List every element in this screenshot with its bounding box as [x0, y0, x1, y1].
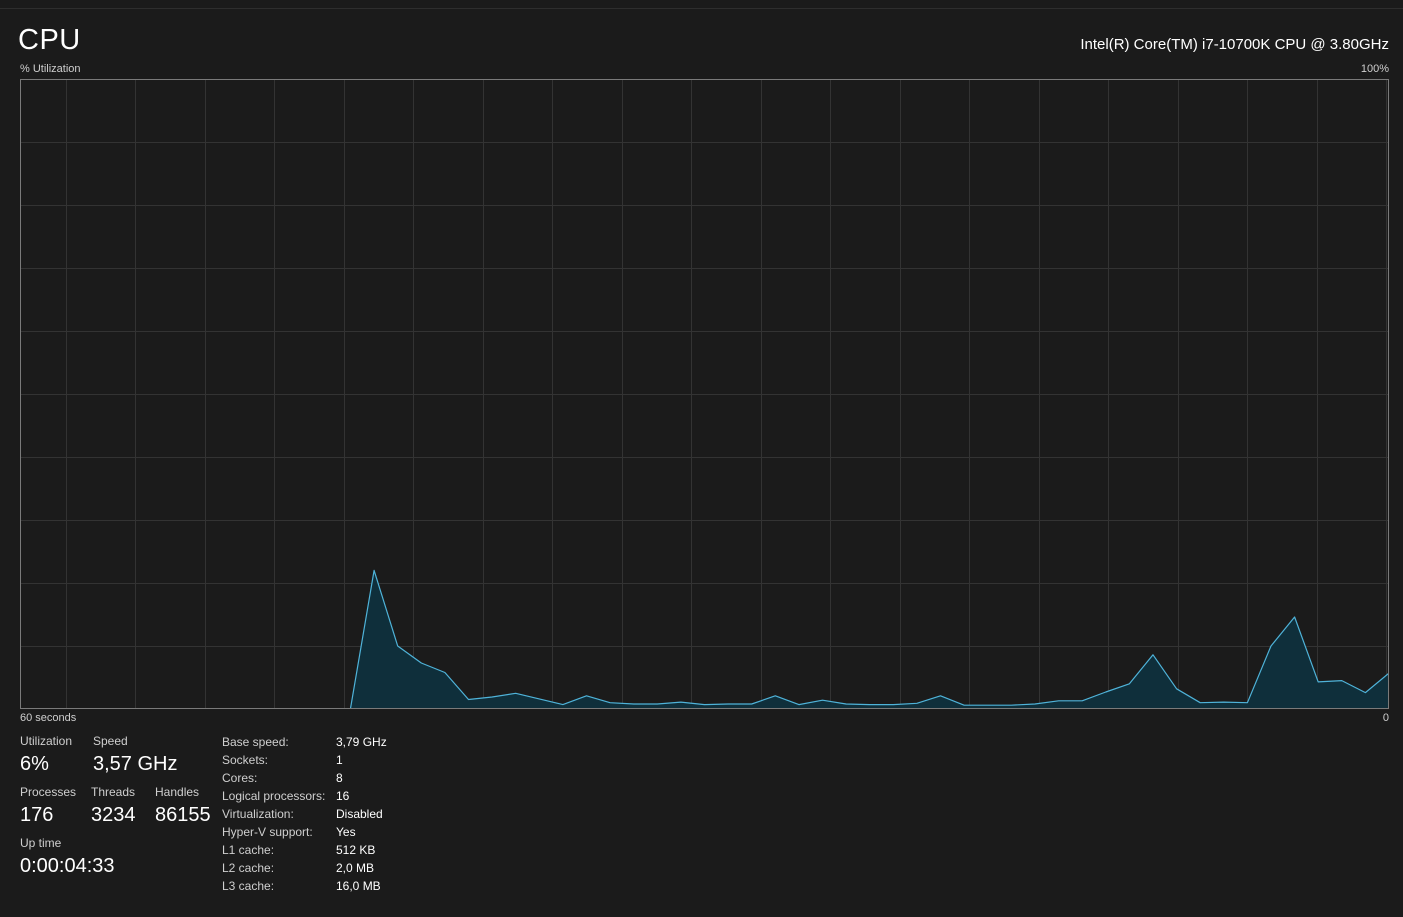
spec-row: Hyper-V support: Yes [222, 824, 422, 842]
spec-value: 1 [336, 753, 343, 767]
spec-key: Virtualization: [222, 807, 294, 821]
spec-key: Cores: [222, 771, 258, 785]
stat-processes-value: 176 [20, 804, 54, 826]
spec-row: L3 cache: 16,0 MB [222, 878, 422, 896]
spec-value: 2,0 MB [336, 861, 375, 875]
stat-utilization: Utilization 6% [20, 734, 72, 776]
spec-row: L1 cache: 512 KB [222, 842, 422, 860]
spec-key: Logical processors: [222, 789, 326, 803]
stat-handles-label: Handles [155, 785, 200, 799]
stat-processes-label: Processes [20, 785, 77, 799]
stat-threads-label: Threads [91, 785, 136, 799]
cpu-specs-table: Base speed: 3,79 GHz Sockets: 1 Cores: 8 Lo… [222, 734, 422, 896]
utilization-line [20, 569, 1389, 709]
spec-value: 3,79 GHz [336, 735, 387, 749]
spec-row: L2 cache: 2,0 MB [222, 860, 422, 878]
y-max-label: 100% [1360, 63, 1389, 75]
stat-uptime-value: 0:00:04:33 [20, 855, 115, 877]
stat-speed: Speed 3,57 GHz [93, 734, 177, 776]
utilization-area [20, 570, 1389, 709]
stat-speed-label: Speed [93, 734, 128, 748]
y-min-label: 0 [1382, 712, 1389, 724]
spec-value: 512 KB [336, 843, 376, 857]
top-divider [0, 8, 1403, 9]
stat-handles: Handles 86155 [155, 785, 211, 827]
stat-threads-value: 3234 [91, 804, 136, 826]
spec-value: 16,0 MB [336, 879, 381, 893]
cpu-utilization-graph[interactable] [20, 79, 1389, 709]
spec-key: L3 cache: [222, 879, 275, 893]
spec-row: Logical processors: 16 [222, 788, 422, 806]
spec-value: Disabled [336, 807, 383, 821]
spec-value: 16 [336, 789, 350, 803]
spec-key: Sockets: [222, 753, 269, 767]
graph-svg [20, 79, 1389, 709]
spec-key: L2 cache: [222, 861, 275, 875]
spec-row: Cores: 8 [222, 770, 422, 788]
spec-value: 8 [336, 771, 343, 785]
stat-speed-value: 3,57 GHz [93, 753, 178, 775]
stat-threads: Threads 3234 [91, 785, 136, 827]
stat-utilization-label: Utilization [20, 734, 73, 748]
spec-row: Sockets: 1 [222, 752, 422, 770]
cpu-model-name: Intel(R) Core(TM) i7-10700K CPU @ 3.80GH… [1080, 36, 1389, 53]
stat-processes: Processes 176 [20, 785, 76, 827]
stat-uptime-label: Up time [20, 836, 62, 850]
spec-key: Hyper-V support: [222, 825, 313, 839]
page-title: CPU [18, 24, 81, 56]
spec-row: Virtualization: Disabled [222, 806, 422, 824]
stat-utilization-value: 6% [20, 753, 49, 775]
spec-key: L1 cache: [222, 843, 275, 857]
spec-value: Yes [336, 825, 356, 839]
spec-key: Base speed: [222, 735, 289, 749]
y-axis-label: % Utilization [20, 63, 81, 75]
x-axis-label: 60 seconds [20, 712, 77, 724]
stat-handles-value: 86155 [155, 804, 211, 826]
spec-row: Base speed: 3,79 GHz [222, 734, 422, 752]
stat-uptime: Up time 0:00:04:33 [20, 836, 115, 878]
